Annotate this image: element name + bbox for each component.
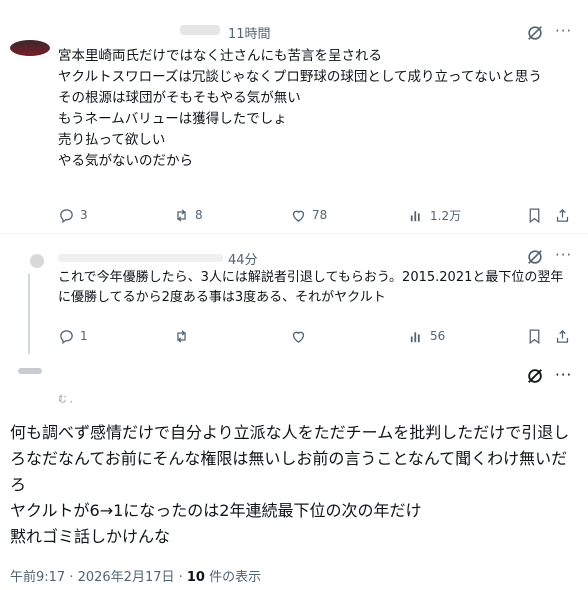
more-icon[interactable]: ··· xyxy=(555,22,572,40)
grok-icon[interactable] xyxy=(526,248,544,270)
share-button[interactable] xyxy=(554,328,571,345)
repost-button[interactable] xyxy=(173,328,190,345)
main-tweet: む , ··· 何も調べず感情だけで自分より立派な人をただチームを批判しただけで… xyxy=(0,360,588,590)
avatar[interactable] xyxy=(10,40,50,56)
share-icon xyxy=(556,329,569,343)
bookmark-icon xyxy=(529,328,540,344)
like-button[interactable]: 78 xyxy=(290,207,327,224)
like-icon xyxy=(292,210,305,222)
thread-line xyxy=(28,274,30,354)
bookmark-button[interactable] xyxy=(526,207,543,224)
share-button[interactable] xyxy=(554,207,571,224)
post-time[interactable]: 44分 xyxy=(228,249,258,268)
reply-count: 3 xyxy=(80,208,88,222)
reply-button[interactable]: 1 xyxy=(58,328,88,345)
more-icon[interactable]: ··· xyxy=(555,366,572,384)
grok-icon[interactable] xyxy=(526,24,544,46)
views-icon xyxy=(410,331,420,342)
reply-icon xyxy=(60,329,73,344)
tweet-2[interactable]: 44分 ··· これで今年優勝したら、3人には解説者引退してもらおう。2015.… xyxy=(0,234,588,360)
like-button[interactable] xyxy=(290,328,307,345)
post-text: 宮本里崎両氏だけではなく辻さんにも苦言を呈される ヤクルトスワローズは冗談じゃな… xyxy=(58,48,542,169)
views-count: 10 xyxy=(186,570,205,585)
author-name-blurred[interactable] xyxy=(58,254,223,262)
repost-icon xyxy=(177,329,186,343)
post-meta: 午前9:17 · 2026年2月17日 · 10 件の表示 xyxy=(10,566,261,585)
more-icon[interactable]: ··· xyxy=(555,246,572,264)
action-bar: 3 8 78 1.2万 xyxy=(58,205,578,225)
action-bar: 1 56 xyxy=(58,326,578,346)
grok-icon[interactable] xyxy=(526,367,544,389)
reply-button[interactable]: 3 xyxy=(58,207,88,224)
reply-count: 1 xyxy=(80,329,88,343)
views-button[interactable]: 56 xyxy=(408,328,445,345)
views-label: 件の表示 xyxy=(204,570,262,585)
avatar[interactable] xyxy=(18,368,42,374)
avatar[interactable] xyxy=(30,254,44,268)
like-count: 78 xyxy=(312,208,328,222)
author-handle[interactable]: む , xyxy=(58,392,73,405)
views-count: 1.2万 xyxy=(430,208,462,223)
views-button[interactable]: 1.2万 xyxy=(408,207,461,224)
repost-count: 8 xyxy=(195,208,203,222)
views-icon xyxy=(410,210,420,221)
repost-button[interactable]: 8 xyxy=(173,207,203,224)
share-icon xyxy=(556,208,569,222)
post-text: これで今年優勝したら、3人には解説者引退してもらおう。2015.2021と最下位… xyxy=(58,270,564,305)
repost-icon xyxy=(177,208,186,222)
author-name-blurred[interactable] xyxy=(180,25,220,35)
bookmark-button[interactable] xyxy=(526,328,543,345)
bookmark-icon xyxy=(529,207,540,223)
post-text: 何も調べず感情だけで自分より立派な人をただチームを批判しただけで引退しろなだなん… xyxy=(10,423,570,546)
views-count: 56 xyxy=(430,329,446,343)
post-timestamp[interactable]: 午前9:17 · 2026年2月17日 · xyxy=(10,570,187,585)
post-time[interactable]: 11時間 xyxy=(228,23,271,42)
tweet-1[interactable]: 11時間 ··· 宮本里崎両氏だけではなく辻さんにも苦言を呈される ヤクルトスワ… xyxy=(0,0,588,232)
like-icon xyxy=(292,331,305,343)
reply-icon xyxy=(60,208,73,223)
